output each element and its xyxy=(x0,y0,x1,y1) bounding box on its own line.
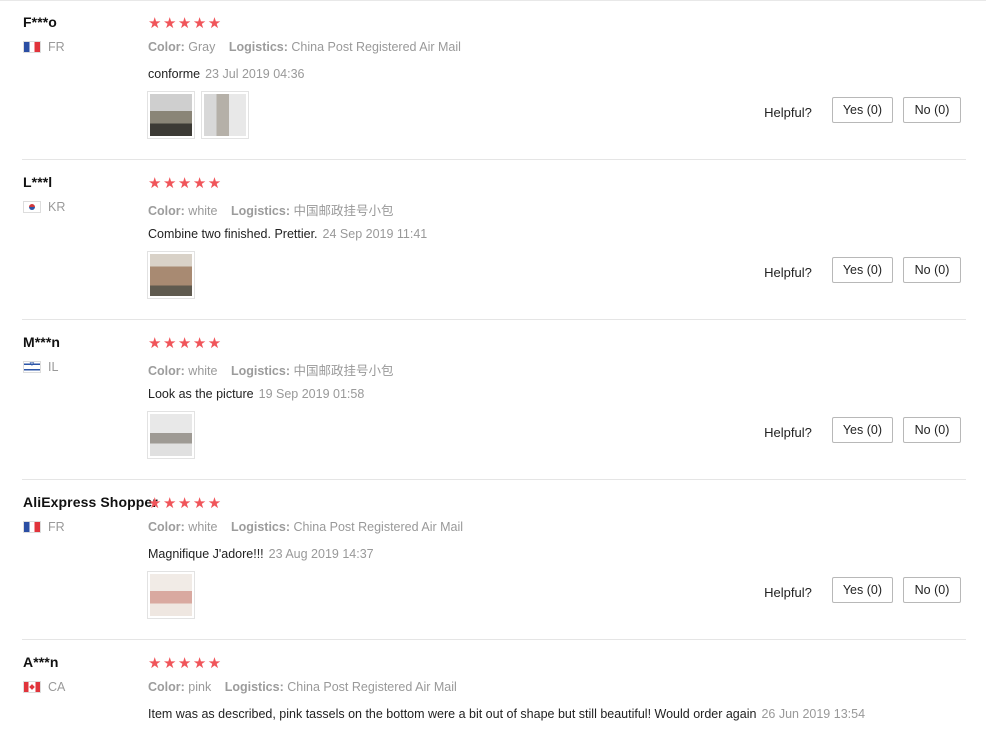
color-key: Color: xyxy=(148,204,185,218)
review-photo-thumbnail[interactable] xyxy=(147,91,195,139)
helpful-no-button[interactable]: No (0) xyxy=(903,97,961,123)
country-code: CA xyxy=(48,680,66,694)
helpful-no-button[interactable]: No (0) xyxy=(903,257,961,283)
color-key: Color: xyxy=(148,520,185,534)
comment-text: Look as the picture xyxy=(148,387,254,401)
helpful-no-button[interactable]: No (0) xyxy=(903,577,961,603)
review-photo-thumbnail[interactable] xyxy=(201,91,249,139)
color-key: Color: xyxy=(148,364,185,378)
logistics-value: 中国邮政挂号小包 xyxy=(293,204,394,218)
star-rating: ★★★★★ xyxy=(148,334,223,352)
country-code: FR xyxy=(48,40,65,54)
star-rating: ★★★★★ xyxy=(148,14,223,32)
country-code: IL xyxy=(48,360,59,374)
helpful-voting: Helpful? Yes (0) No (0) xyxy=(764,417,961,443)
review-date: 19 Sep 2019 01:58 xyxy=(258,387,365,401)
reviewer-name: F***o xyxy=(23,14,57,30)
comment-text: Combine two finished. Prettier. xyxy=(148,227,318,241)
review-photo-thumbnail[interactable] xyxy=(147,571,195,619)
review-comment: Item was as described, pink tassels on t… xyxy=(148,705,868,723)
helpful-label: Helpful? xyxy=(764,264,812,280)
reviewer-name: A***n xyxy=(23,654,59,670)
star-rating: ★★★★★ xyxy=(148,654,223,672)
review-comment: Magnifique J'adore!!! 23 Aug 2019 14:37 xyxy=(148,545,868,563)
logistics-value: 中国邮政挂号小包 xyxy=(293,364,394,378)
color-key: Color: xyxy=(148,40,185,54)
logistics-value: China Post Registered Air Mail xyxy=(287,680,457,694)
reviewer-country: KR xyxy=(23,200,65,214)
review-date: 23 Jul 2019 04:36 xyxy=(205,67,305,81)
review-item: AliExpress Shopper FR ★★★★★ Color: white… xyxy=(0,480,986,640)
review-photos xyxy=(147,251,195,299)
review-item: F***o FR ★★★★★ Color: Gray Logistics: Ch… xyxy=(0,0,986,160)
reviewer-name: L***l xyxy=(23,174,53,190)
comment-text: conforme xyxy=(148,67,201,81)
color-value: white xyxy=(188,364,218,378)
review-attributes: Color: white Logistics: 中国邮政挂号小包 xyxy=(148,360,394,379)
canada-flag-icon xyxy=(23,681,41,693)
reviewer-country: FR xyxy=(23,520,65,534)
helpful-voting: Helpful? Yes (0) No (0) xyxy=(764,97,961,123)
reviewer-country: IL xyxy=(23,360,58,374)
review-photos xyxy=(147,411,195,459)
helpful-yes-button[interactable]: Yes (0) xyxy=(831,417,893,443)
review-comment: Combine two finished. Prettier. 24 Sep 20… xyxy=(148,225,868,243)
color-key: Color: xyxy=(148,680,185,694)
reviewer-name: AliExpress Shopper xyxy=(23,494,158,510)
logistics-value: China Post Registered Air Mail xyxy=(291,40,461,54)
country-code: FR xyxy=(48,520,65,534)
south-korea-flag-icon xyxy=(23,201,41,213)
review-photos xyxy=(147,91,249,139)
helpful-label: Helpful? xyxy=(764,424,812,440)
review-attributes: Color: white Logistics: China Post Regis… xyxy=(148,520,463,534)
helpful-voting: Helpful? Yes (0) No (0) xyxy=(764,257,961,283)
reviewer-name: M***n xyxy=(23,334,61,350)
logistics-key: Logistics: xyxy=(228,40,288,54)
israel-flag-icon xyxy=(23,361,41,373)
reviewer-country: CA xyxy=(23,680,65,694)
helpful-voting: Helpful? Yes (0) No (0) xyxy=(764,577,961,603)
color-value: pink xyxy=(188,680,212,694)
helpful-label: Helpful? xyxy=(764,584,812,600)
color-value: white xyxy=(188,520,218,534)
color-value: white xyxy=(188,204,218,218)
review-attributes: Color: pink Logistics: China Post Regist… xyxy=(148,680,457,694)
review-item: A***n CA ★★★★★ Color: pink Logistics: Ch… xyxy=(0,640,986,751)
logistics-key: Logistics: xyxy=(224,680,284,694)
logistics-key: Logistics: xyxy=(230,520,291,534)
logistics-key: Logistics: xyxy=(230,204,291,218)
helpful-label: Helpful? xyxy=(764,104,812,120)
france-flag-icon xyxy=(23,41,41,53)
star-rating: ★★★★★ xyxy=(148,174,223,192)
helpful-no-button[interactable]: No (0) xyxy=(903,417,961,443)
review-comment: conforme 23 Jul 2019 04:36 xyxy=(148,65,868,83)
review-photos xyxy=(147,571,195,619)
star-rating: ★★★★★ xyxy=(148,494,223,512)
review-date: 24 Sep 2019 11:41 xyxy=(322,227,428,241)
helpful-yes-button[interactable]: Yes (0) xyxy=(831,97,893,123)
review-photo-thumbnail[interactable] xyxy=(147,251,195,299)
comment-text: Item was as described, pink tassels on t… xyxy=(148,707,757,721)
review-attributes: Color: Gray Logistics: China Post Regist… xyxy=(148,40,461,54)
review-attributes: Color: white Logistics: 中国邮政挂号小包 xyxy=(148,200,394,219)
review-comment: Look as the picture 19 Sep 2019 01:58 xyxy=(148,385,868,403)
review-date: 26 Jun 2019 13:54 xyxy=(761,707,866,721)
comment-text: Magnifique J'adore!!! xyxy=(148,547,264,561)
review-item: M***n IL ★★★★★ Color: white Logistics: 中… xyxy=(0,320,986,480)
country-code: KR xyxy=(48,200,66,214)
review-item: L***l KR ★★★★★ Color: white Logistics: 中… xyxy=(0,160,986,320)
helpful-yes-button[interactable]: Yes (0) xyxy=(831,257,893,283)
review-date: 23 Aug 2019 14:37 xyxy=(268,547,374,561)
france-flag-icon xyxy=(23,521,41,533)
logistics-key: Logistics: xyxy=(230,364,291,378)
logistics-value: China Post Registered Air Mail xyxy=(293,520,464,534)
color-value: Gray xyxy=(188,40,216,54)
reviewer-country: FR xyxy=(23,40,65,54)
helpful-yes-button[interactable]: Yes (0) xyxy=(831,577,893,603)
review-photo-thumbnail[interactable] xyxy=(147,411,195,459)
